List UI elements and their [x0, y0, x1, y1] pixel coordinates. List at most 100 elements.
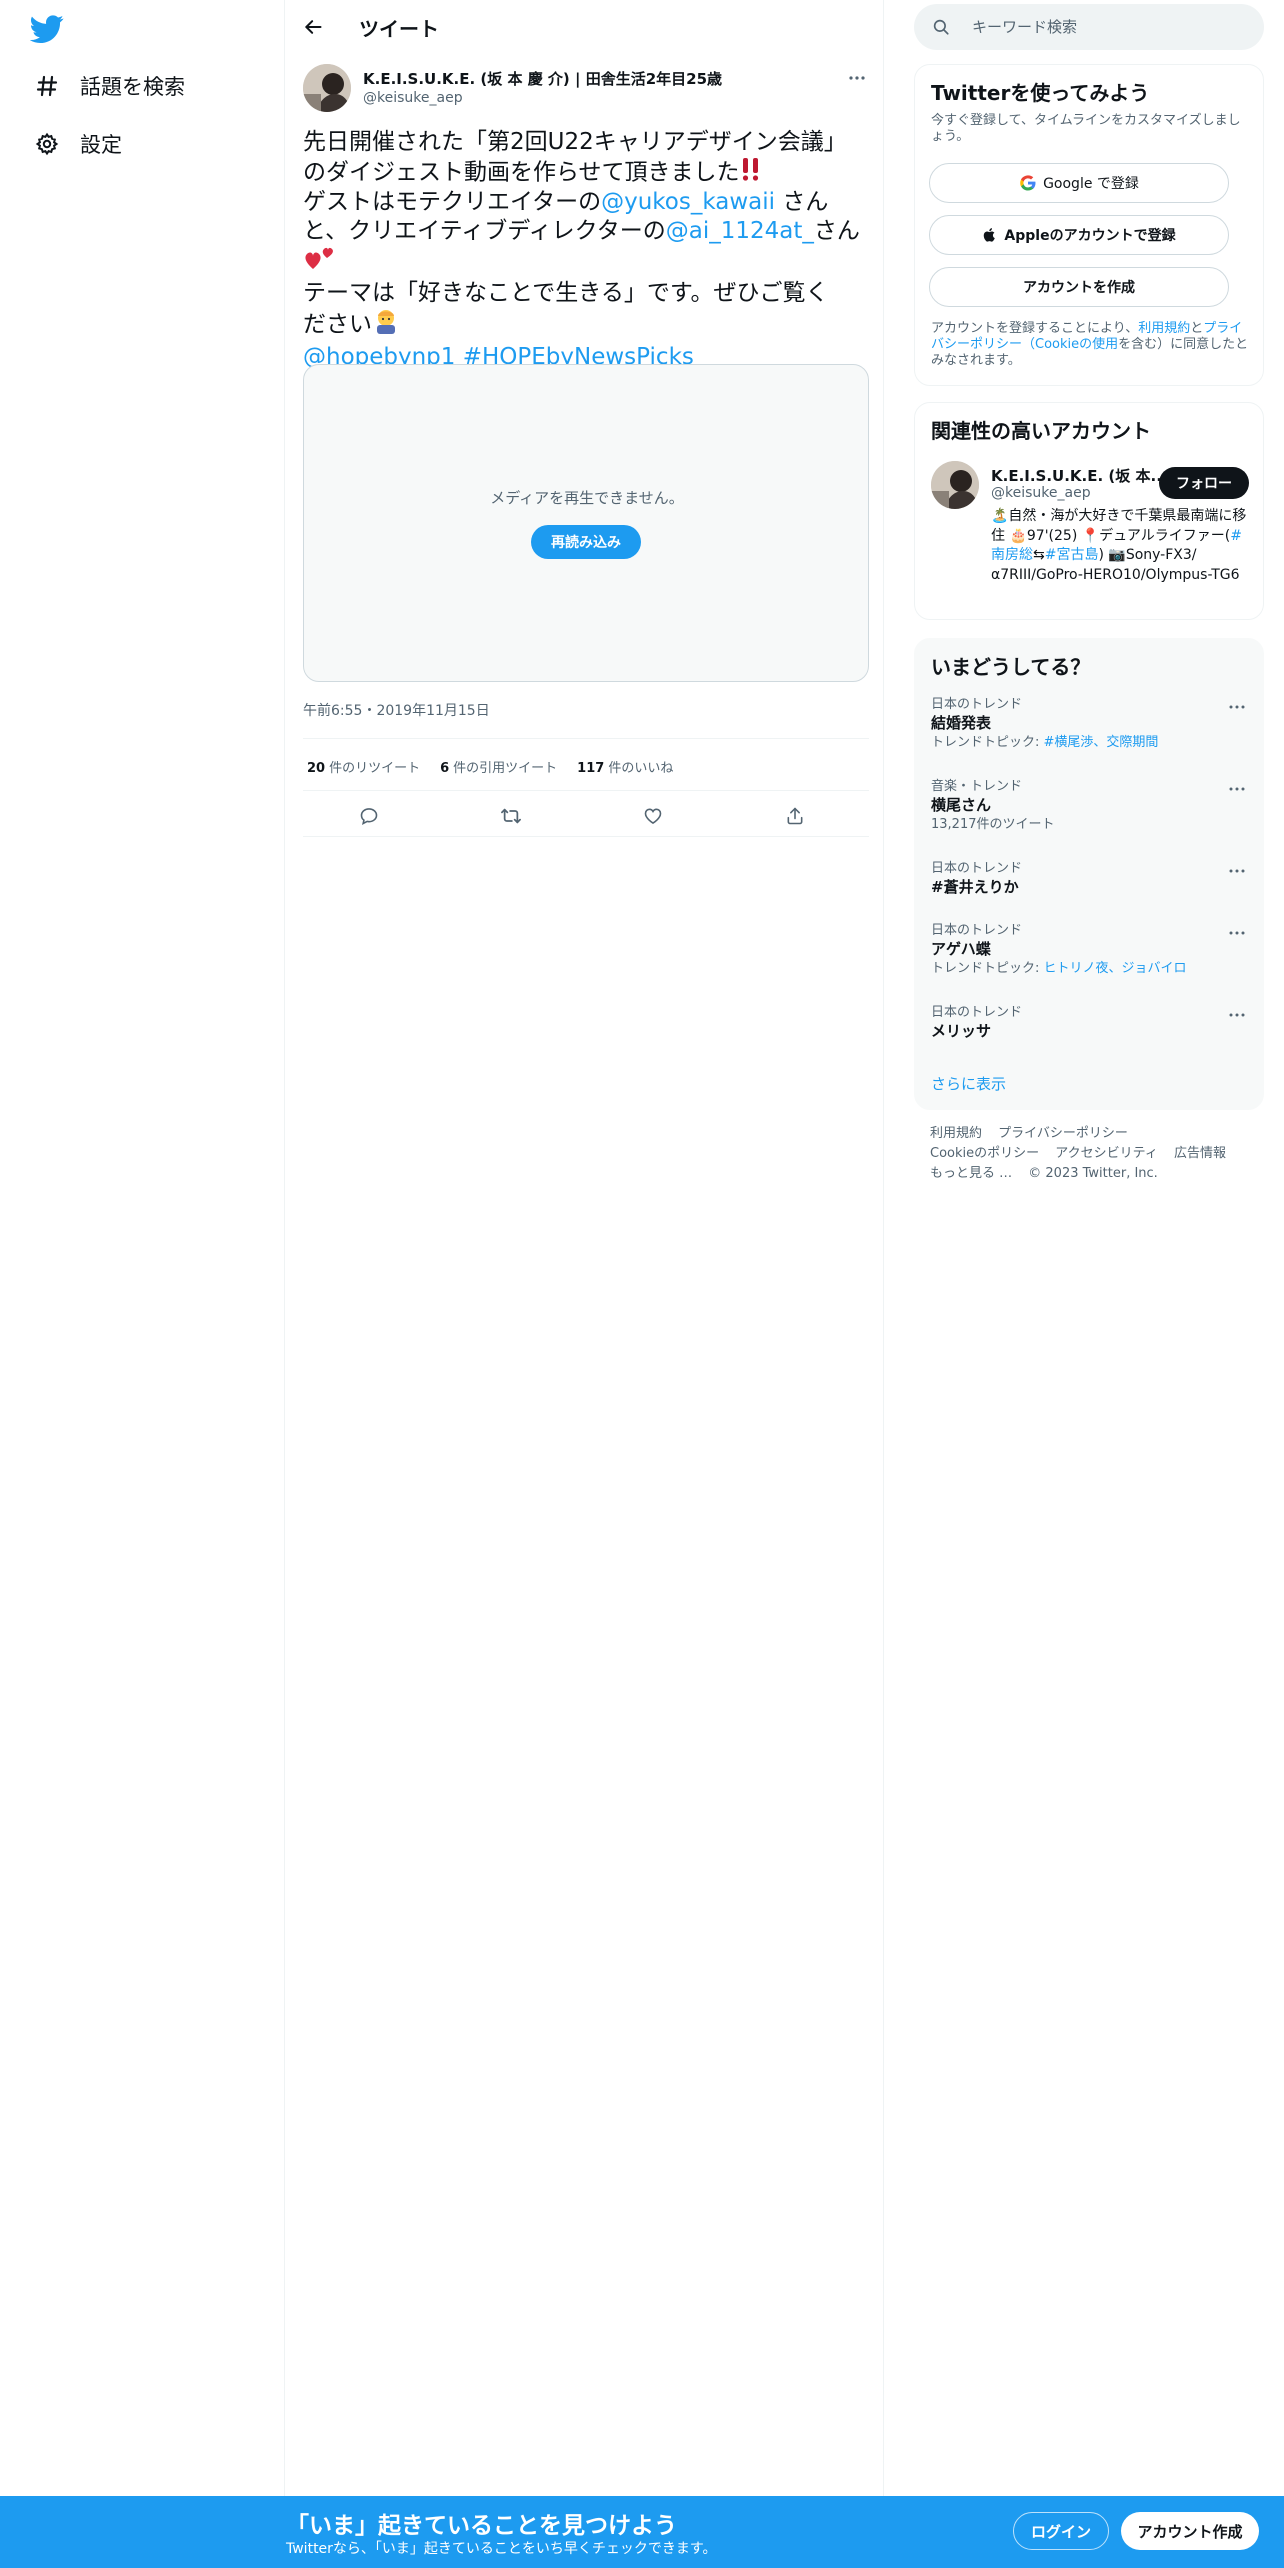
- more-options-icon[interactable]: [1225, 697, 1249, 717]
- trend-meta: 13,217件のツイート: [931, 817, 1055, 832]
- tweet-actions: [303, 792, 869, 840]
- bio-hashtag-link[interactable]: #宮古島: [1045, 547, 1099, 563]
- footer-link[interactable]: プライバシーポリシー: [998, 1126, 1128, 1141]
- quotes-count: 6: [440, 760, 450, 776]
- person-emoji-icon: [372, 307, 400, 343]
- trend-item[interactable]: 音楽・トレンド 横尾さん 13,217件のツイート: [931, 779, 1249, 835]
- google-logo-icon: [1019, 174, 1037, 192]
- share-icon[interactable]: [783, 804, 807, 828]
- footer-row: 利用規約 プライバシーポリシー: [930, 1124, 1250, 1144]
- trend-name: #蒼井えりか: [931, 878, 1019, 896]
- gear-icon: [34, 131, 60, 157]
- divider: [303, 836, 869, 837]
- footer-link[interactable]: アクセシビリティ: [1055, 1146, 1158, 1161]
- bottom-bar-title: 「いま」起きていることを見つけよう: [286, 2513, 677, 2539]
- bottom-bar-subtitle: Twitterなら、「いま」起きていることをいち早くチェックできます。: [286, 2541, 717, 2557]
- terms-text: と: [1190, 321, 1204, 336]
- search-box[interactable]: [914, 4, 1264, 50]
- media-error-message: メディアを再生できません。: [490, 489, 684, 507]
- show-more-link[interactable]: さらに表示: [931, 1073, 1006, 1094]
- more-options-icon[interactable]: [1225, 1005, 1249, 1025]
- retweets-stat[interactable]: 20 件のリツイート: [307, 757, 420, 776]
- google-signup-label: Google で登録: [1043, 176, 1139, 192]
- author-handle[interactable]: @keisuke_aep: [363, 90, 463, 106]
- nav-settings[interactable]: 設定: [34, 122, 122, 166]
- tweet-line: のダイジェスト動画を作らせて頂きました: [303, 157, 869, 189]
- trend-category: 日本のトレンド: [931, 1005, 1023, 1020]
- trend-item[interactable]: 日本のトレンド 結婚発表 トレンドトピック: #横尾渉、交際期間: [931, 697, 1249, 753]
- trend-meta: トレンドトピック: #横尾渉、交際期間: [931, 733, 1249, 753]
- trend-category: 日本のトレンド: [931, 861, 1023, 876]
- nav-settings-label: 設定: [80, 133, 122, 157]
- more-options-icon[interactable]: [1225, 861, 1249, 881]
- related-accounts-card: 関連性の高いアカウント K.E.I.S.U.K.E. (坂 本... @keis…: [914, 402, 1264, 620]
- likes-stat[interactable]: 117 件のいいね: [577, 757, 673, 776]
- trend-name: メリッサ: [931, 1022, 992, 1040]
- trend-name: 結婚発表: [931, 714, 992, 732]
- back-arrow-icon[interactable]: [299, 13, 327, 41]
- footer-link[interactable]: 広告情報: [1174, 1146, 1226, 1161]
- trend-meta: トレンドトピック: ヒトリノ夜、ジョバイロ: [931, 959, 1249, 979]
- tweet-line: テーマは「好きなことで生きる」です。ぜひご覧く: [303, 279, 829, 306]
- more-options-icon[interactable]: [845, 66, 869, 90]
- more-options-icon[interactable]: [1225, 923, 1249, 943]
- trends-card: いまどうしてる？ 日本のトレンド 結婚発表 トレンドトピック: #横尾渉、交際期…: [914, 638, 1264, 1110]
- footer-row: Cookieのポリシー アクセシビリティ 広告情報: [930, 1144, 1250, 1164]
- reload-button[interactable]: 再読み込み: [531, 525, 641, 559]
- double-exclamation-icon: [740, 157, 762, 189]
- quotes-label: 件の引用ツイート: [453, 760, 558, 776]
- related-bio: 🏝️自然・海が大好きで千葉県最南端に移住 🎂97'(25) 📍デュアルライファー…: [991, 507, 1251, 585]
- media-container: メディアを再生できません。 再読み込み: [303, 364, 869, 682]
- nav-explore[interactable]: 話題を検索: [34, 64, 185, 108]
- hashtag-icon: [34, 73, 60, 99]
- retweets-count: 20: [307, 760, 326, 776]
- trend-category: 日本のトレンド: [931, 923, 1023, 938]
- trend-item[interactable]: 日本のトレンド #蒼井えりか: [931, 861, 1249, 897]
- apple-signup-label: Appleのアカウントで登録: [1004, 228, 1176, 244]
- tweet-stats: 20 件のリツイート 6 件の引用ツイート 117 件のいいね: [303, 740, 689, 792]
- search-input[interactable]: [972, 18, 1232, 36]
- two-hearts-icon: [303, 245, 335, 279]
- copyright: © 2023 Twitter, Inc.: [1028, 1166, 1158, 1181]
- footer-link[interactable]: Cookieのポリシー: [930, 1146, 1039, 1161]
- quotes-stat[interactable]: 6 件の引用ツイート: [440, 757, 557, 776]
- search-icon: [932, 17, 952, 37]
- signup-button[interactable]: アカウント作成: [1121, 2512, 1259, 2550]
- trend-item[interactable]: 日本のトレンド メリッサ: [931, 1005, 1249, 1041]
- follow-button[interactable]: フォロー: [1159, 467, 1249, 499]
- tweet-timestamp[interactable]: 午前6:55・2019年11月15日: [303, 700, 490, 720]
- signup-subtitle: 今すぐ登録して、タイムラインをカスタマイズしましょう。: [931, 113, 1241, 144]
- tweet-line: 先日開催された「第2回U22キャリアデザイン会議」: [303, 129, 847, 155]
- trend-topic-link[interactable]: #横尾渉、交際期間: [1044, 735, 1159, 750]
- mention-link[interactable]: @ai_1124at_: [666, 218, 814, 244]
- reply-icon[interactable]: [357, 804, 381, 828]
- create-account-button[interactable]: アカウントを作成: [929, 267, 1229, 307]
- related-avatar[interactable]: [931, 461, 979, 509]
- terms-link[interactable]: 利用規約: [1138, 321, 1190, 336]
- more-options-icon[interactable]: [1225, 779, 1249, 799]
- related-handle[interactable]: @keisuke_aep: [991, 485, 1091, 501]
- page-title: ツイート: [359, 17, 439, 41]
- trend-name: 横尾さん: [931, 796, 992, 814]
- like-heart-icon[interactable]: [641, 804, 665, 828]
- nav-explore-label: 話題を検索: [80, 75, 185, 99]
- trend-item[interactable]: 日本のトレンド アゲハ蝶 トレンドトピック: ヒトリノ夜、ジョバイロ: [931, 923, 1249, 979]
- trend-name: アゲハ蝶: [931, 940, 991, 958]
- trend-topic-link[interactable]: ヒトリノ夜、ジョバイロ: [1044, 961, 1187, 976]
- twitter-bird-icon[interactable]: [29, 12, 66, 48]
- tweet-line-text: さん: [813, 217, 860, 244]
- footer-more-link[interactable]: もっと見る …: [930, 1166, 1012, 1181]
- apple-signup-button[interactable]: Appleのアカウントで登録: [929, 215, 1229, 255]
- author-avatar[interactable]: [303, 64, 351, 112]
- related-name[interactable]: K.E.I.S.U.K.E. (坂 本...: [991, 465, 1168, 486]
- mention-link[interactable]: @yukos_kawaii: [601, 189, 775, 215]
- tweet-line: ださい: [303, 307, 869, 343]
- signup-title: Twitterを使ってみよう: [931, 81, 1150, 105]
- login-button[interactable]: ログイン: [1013, 2512, 1109, 2550]
- google-signup-button[interactable]: Google で登録: [929, 163, 1229, 203]
- retweet-icon[interactable]: [499, 804, 523, 828]
- footer-link[interactable]: 利用規約: [930, 1126, 982, 1141]
- author-name[interactable]: K.E.I.S.U.K.E. (坂 本 慶 介) | 田舎生活2年目25歳: [363, 68, 722, 89]
- bio-text: 🏝️自然・海が大好きで千葉県最南端に移住 🎂97'(25) 📍デュアルライファー…: [991, 508, 1247, 544]
- tweet-text: 先日開催された「第2回U22キャリアデザイン会議」 のダイジェスト動画を作らせて…: [303, 128, 869, 371]
